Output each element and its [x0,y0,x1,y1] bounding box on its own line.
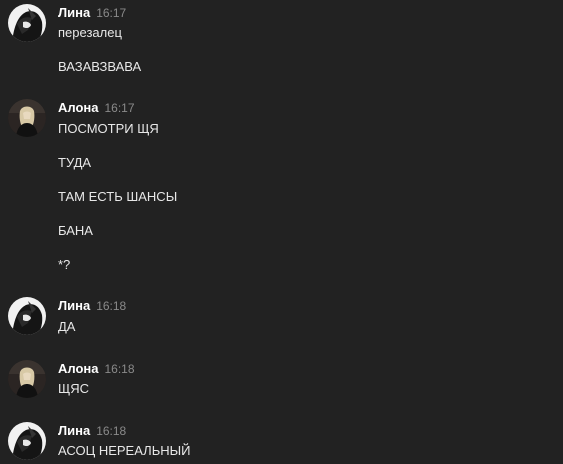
message-header: Лина 16:18 [58,297,126,315]
chat-log: Лина 16:17 перезалец ВАЗАВЗВАВА Алона 16:1… [0,0,563,464]
message-group: Алона 16:17 ПОСМОТРИ ЩЯ ТУДА ТАМ ЕСТЬ ШАН… [0,99,563,279]
message-header: Алона 16:17 [58,99,135,117]
message-text: БАНА [58,223,93,238]
avatar[interactable] [8,297,46,335]
message-text: ЩЯС [58,381,89,396]
message-text: ТАМ ЕСТЬ ШАНСЫ [58,189,178,204]
message-group: Лина 16:17 перезалец ВАЗАВЗВАВА [0,4,563,84]
timestamp: 16:17 [104,101,135,115]
message-text: АСОЦ НЕРЕАЛЬНЫЙ [58,443,191,458]
lina-avatar-icon [8,297,46,335]
message-text: ВАЗАВЗВАВА [58,59,142,74]
lina-avatar-icon [8,422,46,460]
username[interactable]: Лина [58,5,90,20]
message-text: ТУДА [58,155,92,170]
message-text: ПОСМОТРИ ЩЯ [58,121,159,136]
avatar[interactable] [8,360,46,398]
timestamp: 16:18 [96,299,127,313]
username[interactable]: Лина [58,423,90,438]
avatar[interactable] [8,4,46,42]
message-group: Алона 16:18 ЩЯС [0,360,563,404]
timestamp: 16:18 [104,362,135,376]
username[interactable]: Алона [58,361,99,376]
message-text: ДА [58,319,76,334]
message-header: Лина 16:17 [58,4,126,22]
message-header: Лина 16:18 [58,422,126,440]
lina-avatar-icon [8,4,46,42]
message-text: перезалец [58,25,122,40]
message-header: Алона 16:18 [58,360,135,378]
alona-avatar-icon [8,99,46,137]
timestamp: 16:17 [96,6,127,20]
avatar[interactable] [8,422,46,460]
username[interactable]: Алона [58,100,99,115]
timestamp: 16:18 [96,424,127,438]
message-group: Лина 16:18 ДА [0,297,563,341]
avatar[interactable] [8,99,46,137]
message-text: *? [58,257,71,272]
username[interactable]: Лина [58,298,90,313]
message-group: Лина 16:18 АСОЦ НЕРЕАЛЬНЫЙ [0,422,563,464]
alona-avatar-icon [8,360,46,398]
